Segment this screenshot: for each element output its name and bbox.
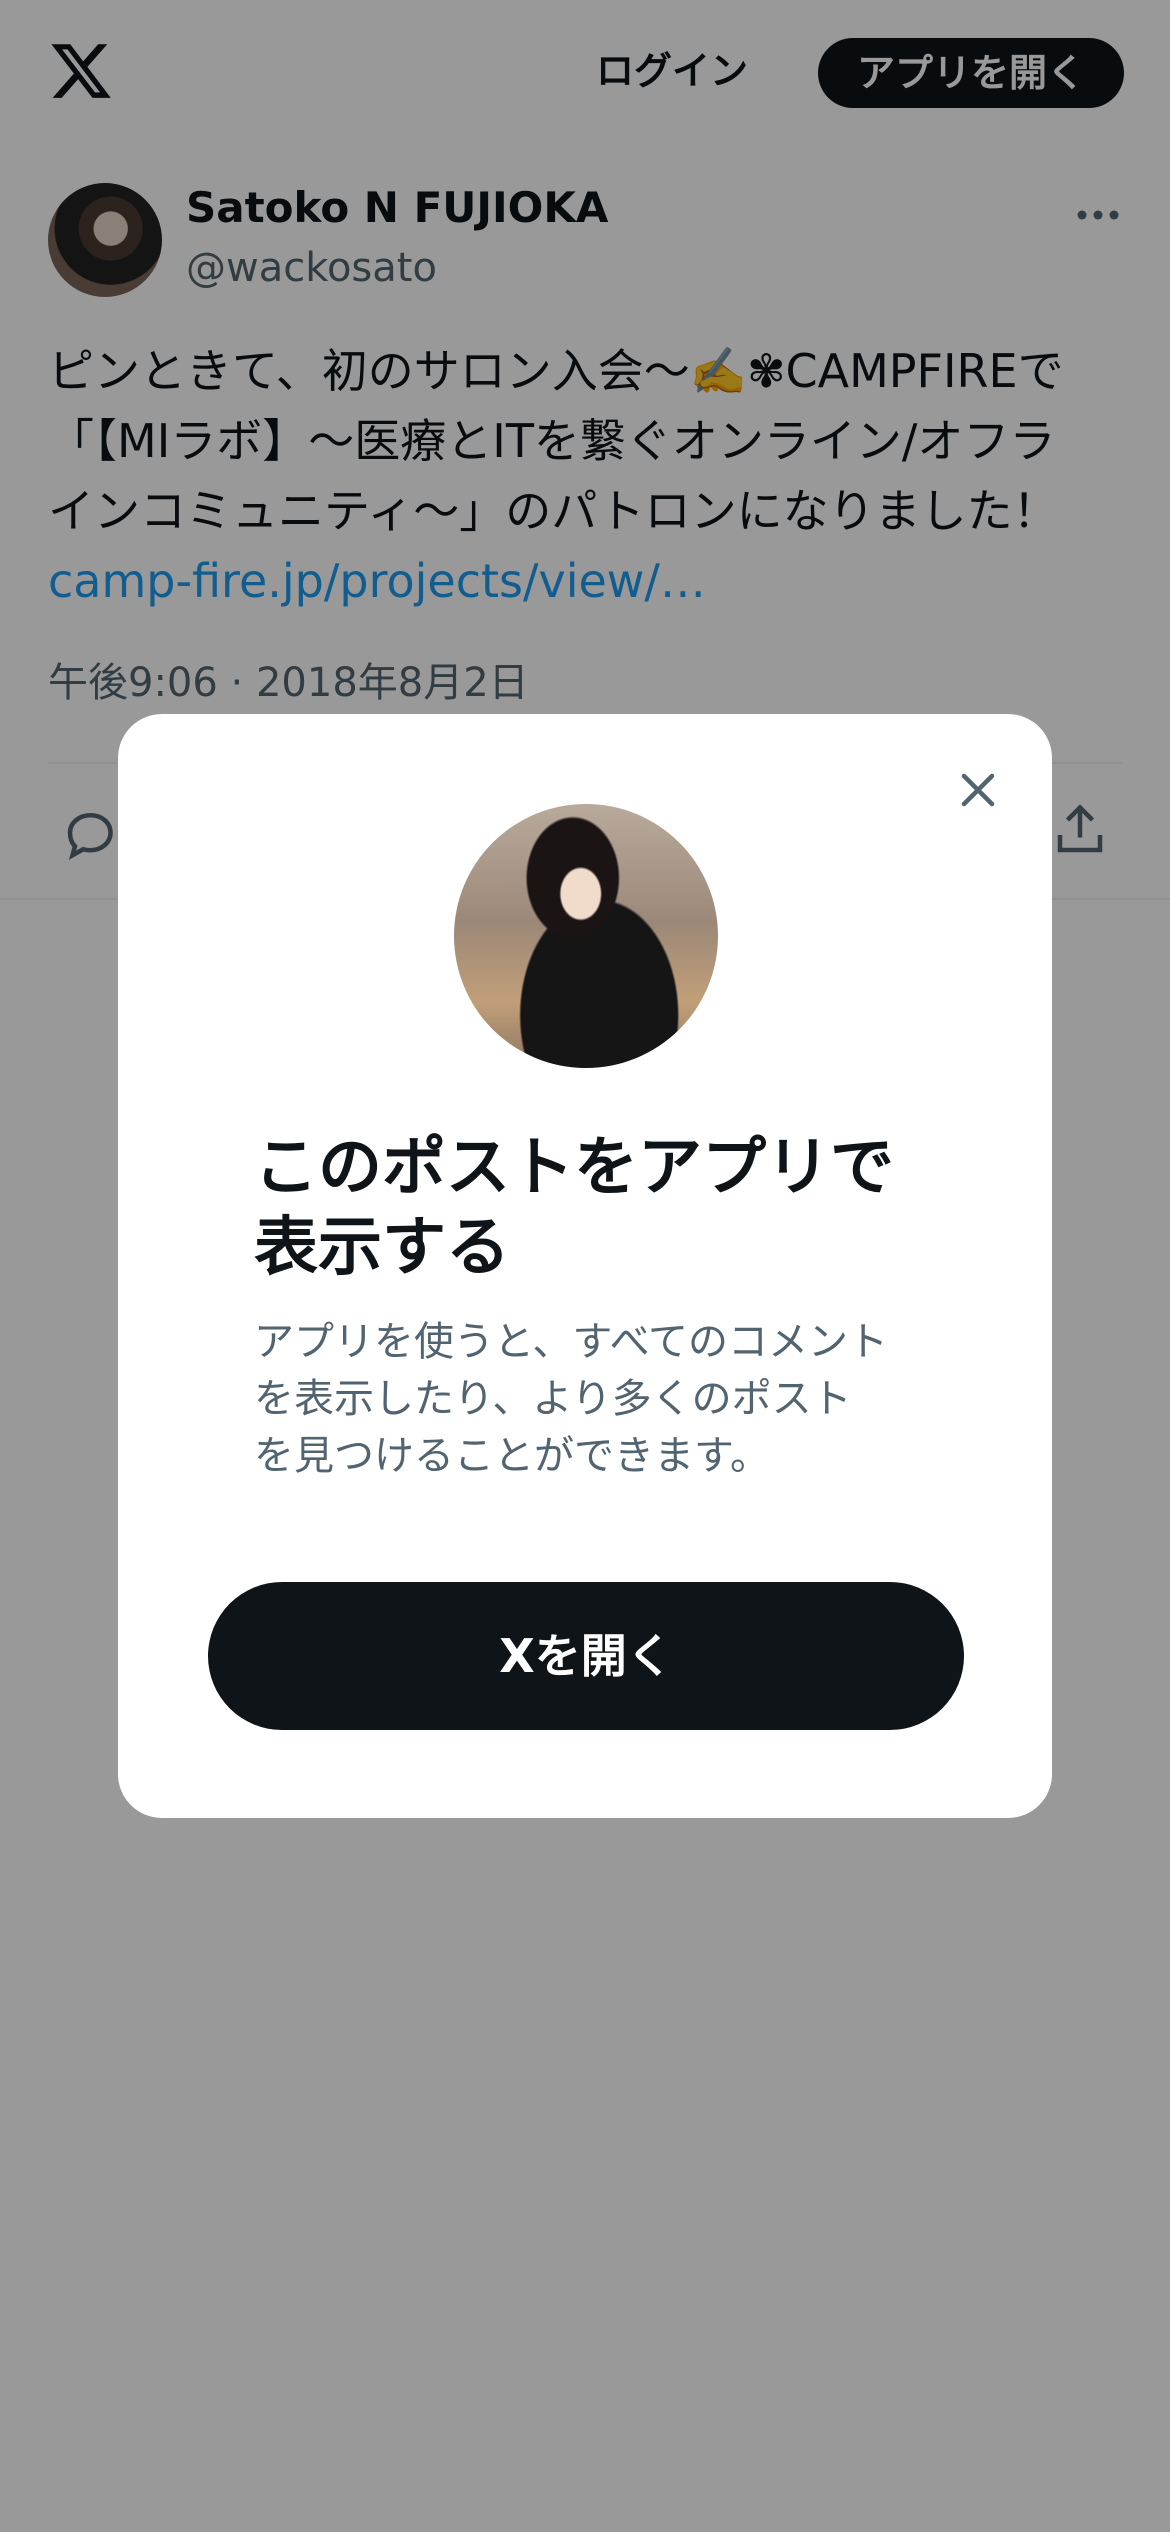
dialog-title: このポストをアプリで 表示する [254, 1128, 954, 1288]
dialog-description-line: を表示したり、より多くのポスト [254, 1376, 852, 1422]
page: ログイン アプリを開く Satoko N FUJIOKA @wackosato … [0, 0, 1170, 2532]
dialog-title-line: このポストをアプリで [254, 1131, 894, 1205]
dialog-description-line: アプリを使うと、すべてのコメント [254, 1319, 888, 1365]
open-in-app-dialog: このポストをアプリで 表示する アプリを使うと、すべてのコメント を表示したり、… [118, 714, 1052, 1818]
close-icon[interactable] [944, 756, 1012, 824]
dialog-title-line: 表示する [254, 1211, 510, 1285]
dialog-description-line: を見つけることができます。 [254, 1433, 770, 1479]
dialog-description: アプリを使うと、すべてのコメント を表示したり、より多くのポスト を見つけること… [254, 1314, 954, 1485]
open-x-button[interactable]: Xを開く [208, 1582, 964, 1730]
author-avatar-large [454, 804, 718, 1068]
